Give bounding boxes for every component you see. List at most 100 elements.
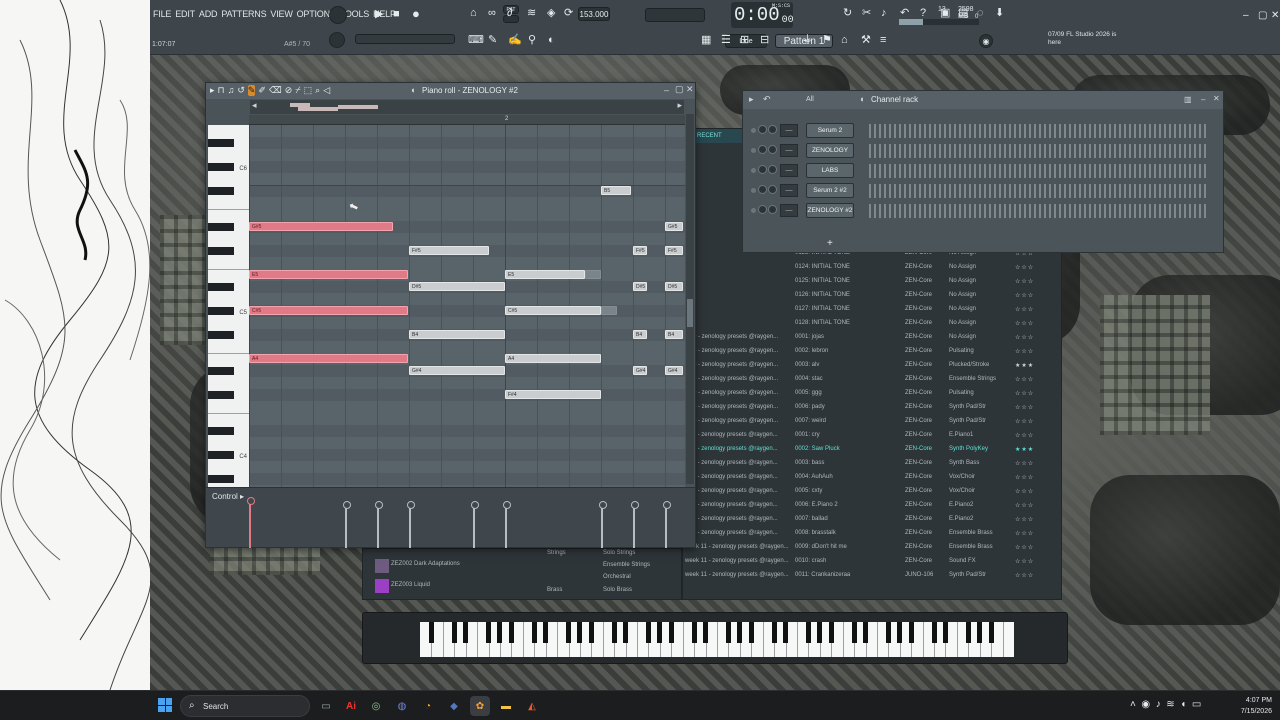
black-key[interactable]: [208, 139, 234, 147]
plugin-keyboard-keys[interactable]: [420, 622, 1014, 657]
ghost-note[interactable]: E5: [505, 270, 585, 279]
black-key[interactable]: [863, 622, 868, 643]
rating-stars[interactable]: ☆☆☆: [1015, 558, 1034, 565]
rating-stars[interactable]: ☆☆☆: [1015, 432, 1034, 439]
volume-icon[interactable]: ◖: [1180, 699, 1186, 710]
menu-add[interactable]: ADD: [199, 9, 218, 19]
typing-keyboard-icon[interactable]: ⌨: [468, 35, 484, 46]
link-icon[interactable]: ⚲: [528, 35, 536, 46]
preset-row[interactable]: k 10 - zenology presets @raygen... 0006: …: [683, 401, 1053, 415]
brave-icon[interactable]: ◭: [522, 696, 542, 716]
pan-knob[interactable]: [758, 145, 767, 154]
channel-name-button[interactable]: LABS: [806, 163, 854, 178]
start-button[interactable]: [158, 698, 172, 712]
preset-row[interactable]: k 11 - zenology presets @raygen... 0005: …: [683, 485, 1053, 499]
news-panel[interactable]: 07/09 FL Studio 2026 is here: [1048, 31, 1128, 47]
master-pitch-knob[interactable]: [329, 32, 345, 48]
channel-led[interactable]: [751, 128, 756, 133]
preset-row[interactable]: 0125: INITIAL TONE ZEN-Core No Assign ☆☆☆: [683, 275, 1053, 289]
channel-step-pattern[interactable]: [869, 164, 1209, 178]
black-key[interactable]: [931, 622, 937, 643]
app-icon[interactable]: ◆: [444, 696, 464, 716]
ghost-note[interactable]: B4: [409, 330, 505, 339]
black-key[interactable]: [208, 475, 234, 483]
ghost-note[interactable]: G#4: [409, 366, 505, 375]
preset-row[interactable]: k 10 - zenology presets @raygen... 0003: …: [683, 359, 1053, 373]
black-key[interactable]: [566, 622, 571, 643]
preset-row[interactable]: k 10 - zenology presets @raygen... 0002: …: [683, 345, 1053, 359]
rating-stars[interactable]: ☆☆☆: [1015, 544, 1034, 551]
rating-stars[interactable]: ☆☆☆: [1015, 264, 1034, 271]
browser-icon[interactable]: ⚑: [822, 35, 832, 46]
black-key[interactable]: [771, 622, 777, 643]
wrench-icon[interactable]: ⚒: [861, 35, 871, 46]
maximize-icon[interactable]: ▢: [675, 84, 684, 95]
metronome-icon[interactable]: ⌂: [470, 8, 477, 19]
pan-knob[interactable]: [758, 125, 767, 134]
select-tool-icon[interactable]: ⬚: [304, 85, 313, 96]
preset-row[interactable]: k 11 - zenology presets @raygen... 0007: …: [683, 513, 1053, 527]
preset-row[interactable]: 0126: INITIAL TONE ZEN-Core No Assign ☆☆☆: [683, 289, 1053, 303]
volume-knob[interactable]: [768, 205, 777, 214]
mixer-track-button[interactable]: —: [780, 184, 798, 197]
control-target-label[interactable]: Control ▸: [212, 492, 244, 501]
chat-icon[interactable]: ◌: [977, 8, 984, 19]
ghost-note[interactable]: C#5: [505, 306, 601, 315]
play-note-icon[interactable]: ♫: [228, 85, 235, 96]
black-key[interactable]: [908, 622, 914, 643]
black-key[interactable]: [508, 622, 514, 643]
velocity-bar[interactable]: [247, 497, 255, 548]
wifi-icon[interactable]: ≋: [1166, 699, 1174, 710]
ghost-note[interactable]: B4: [665, 330, 683, 339]
rating-stars[interactable]: ☆☆☆: [1015, 390, 1034, 397]
paint-tool-icon[interactable]: ✐: [258, 85, 266, 96]
preset-row[interactable]: k 11 - zenology presets @raygen... 0008: …: [683, 527, 1053, 541]
scroll-thumb[interactable]: [687, 299, 693, 327]
channel-row[interactable]: — LABS: [747, 162, 1217, 180]
slice-tool-icon[interactable]: ⌿: [295, 85, 300, 96]
ghost-note[interactable]: G#4: [665, 366, 683, 375]
preset-row[interactable]: k 11 - zenology presets @raygen... 0003: …: [683, 457, 1053, 471]
black-key[interactable]: [208, 391, 234, 399]
mute-tool-icon[interactable]: ⊘: [285, 85, 293, 96]
loop-record-icon[interactable]: ⟳: [564, 8, 573, 19]
transport-icon[interactable]: ≡: [880, 35, 886, 46]
pan-knob[interactable]: [758, 165, 767, 174]
mixer-track-button[interactable]: —: [780, 144, 798, 157]
minimize-icon[interactable]: –: [1243, 10, 1249, 21]
volume-knob[interactable]: [768, 125, 777, 134]
black-key[interactable]: [668, 622, 674, 643]
piano-roll-window-icon[interactable]: ▦: [701, 35, 711, 46]
ghost-note[interactable]: F#5: [665, 246, 683, 255]
black-key[interactable]: [623, 622, 629, 643]
subcategory-item[interactable]: Ensemble Strings: [603, 562, 650, 568]
velocity-bar[interactable]: [503, 501, 511, 548]
rating-stars[interactable]: ☆☆☆: [1015, 488, 1034, 495]
menu-patterns[interactable]: PATTERNS: [221, 9, 266, 19]
paint-icon[interactable]: ✍: [508, 35, 522, 46]
channel-led[interactable]: [751, 168, 756, 173]
black-key[interactable]: [977, 622, 983, 643]
ghost-note[interactable]: D#5: [633, 282, 647, 291]
draw-tool-icon[interactable]: ✎: [247, 85, 256, 96]
ghost-note[interactable]: D#5: [665, 282, 683, 291]
news-globe-icon[interactable]: ◉: [979, 34, 993, 48]
add-channel-button[interactable]: +: [827, 238, 833, 249]
black-key[interactable]: [208, 427, 234, 435]
black-key[interactable]: [208, 187, 234, 195]
channel-led[interactable]: [751, 208, 756, 213]
download-icon[interactable]: ⬇: [995, 8, 1004, 19]
piano-keyboard[interactable]: C6 C5 C4: [208, 125, 249, 525]
scroll-right-icon[interactable]: ▸: [677, 100, 682, 111]
channel-filter[interactable]: All: [806, 96, 814, 103]
subcategory-item[interactable]: Orchestral: [603, 574, 631, 580]
black-key[interactable]: [965, 622, 971, 643]
rating-stars[interactable]: ☆☆☆: [1015, 572, 1034, 579]
black-key[interactable]: [486, 622, 492, 643]
black-key[interactable]: [208, 307, 234, 315]
velocity-bar[interactable]: [663, 501, 671, 548]
channel-name-button[interactable]: Serum 2 #2: [806, 183, 854, 198]
rating-stars[interactable]: ★★★: [1015, 446, 1034, 453]
chrome-icon[interactable]: ◎: [366, 696, 386, 716]
stop-icon[interactable]: ■: [393, 9, 400, 20]
